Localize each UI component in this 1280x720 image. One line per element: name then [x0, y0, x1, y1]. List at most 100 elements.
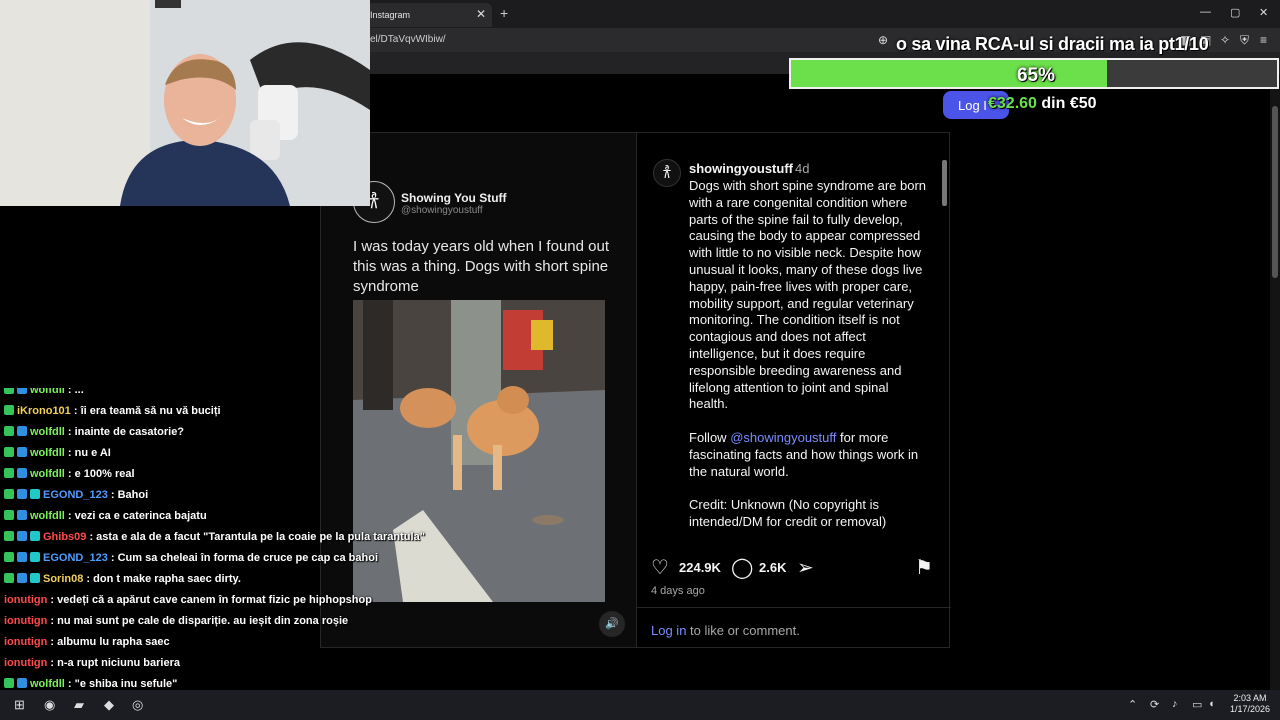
- chat-username[interactable]: wolfdll: [30, 426, 65, 438]
- chat-username[interactable]: ionutign: [4, 594, 47, 606]
- menu-icon[interactable]: ≡: [1260, 33, 1267, 47]
- tweet-name: Showing You Stuff: [401, 191, 507, 205]
- follow-prefix: Follow: [689, 429, 727, 445]
- chat-badge-icon: [17, 388, 27, 394]
- chat-username[interactable]: wolfdll: [30, 510, 65, 522]
- close-tab-icon[interactable]: ✕: [476, 7, 486, 21]
- sync-icon[interactable]: ⟳: [1150, 698, 1159, 711]
- obs-icon[interactable]: ◎: [132, 697, 143, 713]
- chat-badge-icon: [17, 678, 27, 688]
- taskbar-clock[interactable]: 2:03 AM 1/17/2026: [1226, 693, 1274, 715]
- browser-tab[interactable]: Instagram ✕: [360, 3, 492, 27]
- divider: [637, 607, 951, 608]
- chat-username[interactable]: ionutign: [4, 615, 47, 627]
- chat-username[interactable]: wolfdll: [30, 678, 65, 690]
- chevron-up-icon[interactable]: ⌃: [1128, 698, 1137, 711]
- goal-amount: €32.60 din €50: [988, 95, 1097, 113]
- brave-icon[interactable]: ◆: [104, 697, 114, 713]
- minimize-icon[interactable]: —: [1200, 6, 1211, 18]
- chat-badge-icon: [4, 426, 14, 436]
- chat-username[interactable]: EGOND_123: [43, 489, 108, 501]
- credit-text: Credit: Unknown (No copyright is intende…: [689, 497, 887, 529]
- chat-message: ionutign : vedeți că a apărut cave canem…: [4, 594, 372, 615]
- chat-badge-icon: [17, 531, 27, 541]
- folder-icon[interactable]: ▰: [74, 697, 84, 713]
- url-text[interactable]: el/DTaVqvWIbiw/: [370, 34, 446, 45]
- chat-username[interactable]: ionutign: [4, 636, 47, 648]
- chat-message: wolfdll : vezi ca e caterinca bajatu: [4, 510, 207, 531]
- author-avatar[interactable]: 𐀪: [653, 159, 681, 187]
- network-icon[interactable]: ▭: [1192, 698, 1202, 711]
- chat-badge-icon: [30, 489, 40, 499]
- caption-scrollbar-thumb[interactable]: [942, 160, 947, 206]
- volume-icon[interactable]: ◖: [1208, 698, 1215, 710]
- chat-text: : vezi ca e caterinca bajatu: [64, 510, 207, 522]
- page-scrollbar-thumb[interactable]: [1272, 106, 1278, 278]
- chat-message: EGOND_123 : Bahoi: [4, 489, 148, 510]
- browser-taskbar-icon[interactable]: ◉: [44, 697, 55, 713]
- chat-username[interactable]: wolfdll: [30, 388, 65, 396]
- chat-badge-icon: [17, 489, 27, 499]
- chat-message: ionutign : nu mai sunt pe cale de dispar…: [4, 615, 348, 636]
- chat-username[interactable]: iKrono101: [17, 405, 71, 417]
- windows-start-icon[interactable]: ⊞: [14, 697, 25, 713]
- chat-username[interactable]: wolfdll: [30, 468, 65, 480]
- chat-text: : n-a rupt niciunu bariera: [47, 657, 180, 669]
- chat-message: ionutign : n-a rupt niciunu bariera: [4, 657, 180, 678]
- heart-icon[interactable]: ♡: [651, 555, 669, 580]
- chat-message: ionutign : albumu lu rapha saec: [4, 636, 170, 657]
- post-time: 4d: [795, 161, 810, 176]
- chat-text: : îi era teamă să nu vă buciți: [70, 405, 221, 417]
- chat-badge-icon: [17, 447, 27, 457]
- chat-message: wolfdll : inainte de casatorie?: [4, 426, 184, 447]
- maximize-icon[interactable]: ▢: [1230, 6, 1240, 19]
- chat-badge-icon: [30, 552, 40, 562]
- caption-text: Dogs with short spine syndrome are born …: [689, 178, 931, 531]
- zoom-icon[interactable]: ⊕: [878, 33, 888, 47]
- comment-count: 2.6K: [759, 560, 787, 575]
- close-window-icon[interactable]: ✕: [1259, 6, 1268, 19]
- chat-text: : Cum sa cheleai în forma de cruce pe ca…: [107, 552, 379, 564]
- chat-text: : e 100% real: [64, 468, 135, 480]
- shield-icon[interactable]: ⛨: [1240, 33, 1249, 48]
- ai-icon[interactable]: ✧: [1220, 33, 1230, 47]
- speaker-icon: 🔊: [605, 618, 619, 630]
- mute-button[interactable]: 🔊: [599, 611, 625, 637]
- caption-scrollbar[interactable]: [938, 150, 948, 542]
- chat-text: : nu mai sunt pe cale de dispariție. au …: [47, 615, 349, 627]
- chat-badge-icon: [4, 489, 14, 499]
- bookmark-icon[interactable]: ⚑: [915, 555, 933, 580]
- login-prompt-text: to like or comment.: [690, 623, 800, 638]
- chat-username[interactable]: ionutign: [4, 657, 47, 669]
- chat-username[interactable]: EGOND_123: [43, 552, 108, 564]
- chat-text: : "e shiba inu sefule": [64, 678, 178, 690]
- chat-badge-icon: [30, 531, 40, 541]
- chat-badge-icon: [17, 552, 27, 562]
- chat-badge-icon: [4, 405, 14, 415]
- chat-message: wolfdll : ...: [4, 388, 84, 405]
- chat-username[interactable]: Ghibs09: [43, 531, 86, 543]
- mention-link[interactable]: @showingyoustuff: [730, 430, 836, 445]
- chat-overlay: wolfdll : ... iKrono101 : îi era teamă să…: [0, 388, 430, 690]
- goal-progress-bar: 65%: [789, 58, 1279, 89]
- chat-username[interactable]: Sorin08: [43, 573, 83, 585]
- chat-text: : asta e ala de a facut "Tarantula pe la…: [86, 531, 425, 543]
- send-icon[interactable]: ➢: [797, 555, 814, 580]
- login-link[interactable]: Log in: [651, 623, 686, 638]
- new-tab-icon[interactable]: +: [500, 5, 508, 21]
- clock-time: 2:03 AM: [1233, 693, 1267, 703]
- chat-text: : nu e AI: [64, 447, 111, 459]
- clock-date: 1/17/2026: [1229, 704, 1271, 714]
- comment-icon[interactable]: ◯: [731, 555, 753, 580]
- chat-message: wolfdll : "e shiba inu sefule": [4, 678, 177, 690]
- mic-icon[interactable]: ♪: [1172, 698, 1178, 710]
- chat-message: Sorin08 : don t make rapha saec dirty.: [4, 573, 241, 594]
- author-username[interactable]: showingyoustuff: [689, 161, 793, 176]
- chat-username[interactable]: wolfdll: [30, 447, 65, 459]
- screen: Instagram ✕ + — ▢ ✕ el/DTaVqvWIbiw/ ⊕ ◧ …: [0, 0, 1280, 720]
- webcam-overlay: [0, 0, 370, 206]
- chat-text: : Bahoi: [107, 489, 149, 501]
- chat-badge-icon: [4, 510, 14, 520]
- chat-badge-icon: [17, 426, 27, 436]
- goal-percent: 65%: [1016, 65, 1056, 86]
